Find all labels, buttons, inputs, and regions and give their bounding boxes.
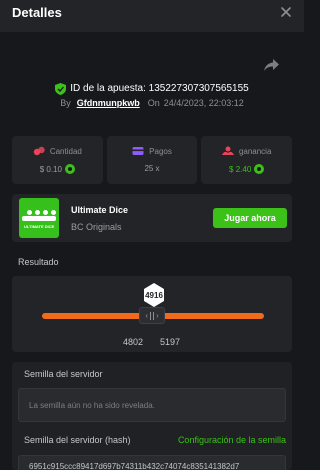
- on-label: On: [147, 98, 160, 108]
- bet-id: ID de la apuesta: 135227307307565155: [70, 82, 249, 94]
- stat-amount-value: $ 0.10: [39, 164, 62, 174]
- profit-icon: [221, 146, 234, 155]
- stat-payout: Pagos 25 x: [106, 136, 198, 184]
- currency-coin-icon: [254, 164, 265, 174]
- game-card: ULTIMATE DICE Ultimate Dice BC Originals…: [12, 194, 292, 242]
- game-name: Ultimate Dice: [71, 205, 129, 215]
- coins-icon: [33, 146, 45, 156]
- game-thumbnail[interactable]: ULTIMATE DICE: [19, 198, 59, 238]
- result-marker-value: 4916: [145, 291, 163, 300]
- stat-amount: Cantidad $ 0.10: [12, 136, 103, 184]
- range-slider-handle[interactable]: ‹ ›: [139, 307, 165, 324]
- wallet-icon: [132, 147, 144, 155]
- result-label: Resultado: [18, 257, 59, 267]
- close-icon[interactable]: [278, 4, 294, 20]
- by-label: By: [60, 98, 71, 108]
- stat-payout-value: 25 x: [144, 164, 160, 173]
- username-link[interactable]: Gfdnmunpkwb: [77, 98, 140, 108]
- result-marker: 4916: [143, 283, 165, 309]
- bet-datetime: 24/4/2023, 22:03:12: [163, 98, 244, 108]
- play-now-button[interactable]: Jugar ahora: [213, 208, 287, 228]
- share-icon[interactable]: [264, 59, 279, 72]
- bet-stats: Cantidad $ 0.10 Pagos 25 x ganancia $ 2.…: [12, 136, 293, 184]
- verified-shield-icon: [55, 82, 67, 95]
- range-low-value: 4802: [123, 337, 144, 347]
- stat-profit-label: ganancia: [238, 146, 272, 156]
- result-panel: 4916 ‹ › 4802 5197: [12, 276, 292, 352]
- server-seed-field: La semilla aún no ha sido revelada.: [18, 388, 286, 422]
- chevron-right-icon: ›: [156, 311, 159, 320]
- modal-title: Detalles: [12, 5, 62, 20]
- bet-id-row: ID de la apuesta: 135227307307565155: [0, 80, 304, 96]
- stat-amount-label: Cantidad: [49, 146, 82, 156]
- bet-meta: By Gfdnmunpkwb On 24/4/2023, 22:03:12: [0, 96, 304, 110]
- currency-coin-icon: [64, 164, 75, 174]
- server-seed-hash-field[interactable]: 6951c915ccc89417d697b74311b432c74074c835…: [18, 455, 286, 470]
- stat-profit: ganancia $ 2.40: [201, 136, 293, 184]
- stat-profit-value: $ 2.40: [229, 164, 252, 174]
- chevron-left-icon: ‹: [145, 311, 148, 320]
- server-seed-hash-label: Semilla del servidor (hash): [24, 435, 131, 445]
- server-seed-hash-value: 6951c915ccc89417d697b74311b432c74074c835…: [29, 462, 240, 470]
- game-thumbnail-text: ULTIMATE DICE: [24, 224, 55, 229]
- stat-payout-label: Pagos: [149, 146, 172, 156]
- range-high-value: 5197: [160, 337, 181, 347]
- game-provider: BC Originals: [71, 222, 122, 232]
- seed-settings-link[interactable]: Configuración de la semilla: [178, 435, 286, 445]
- server-seed-label: Semilla del servidor: [24, 369, 103, 379]
- modal-header: Detalles: [0, 0, 304, 32]
- server-seed-text: La semilla aún no ha sido revelada.: [29, 401, 155, 410]
